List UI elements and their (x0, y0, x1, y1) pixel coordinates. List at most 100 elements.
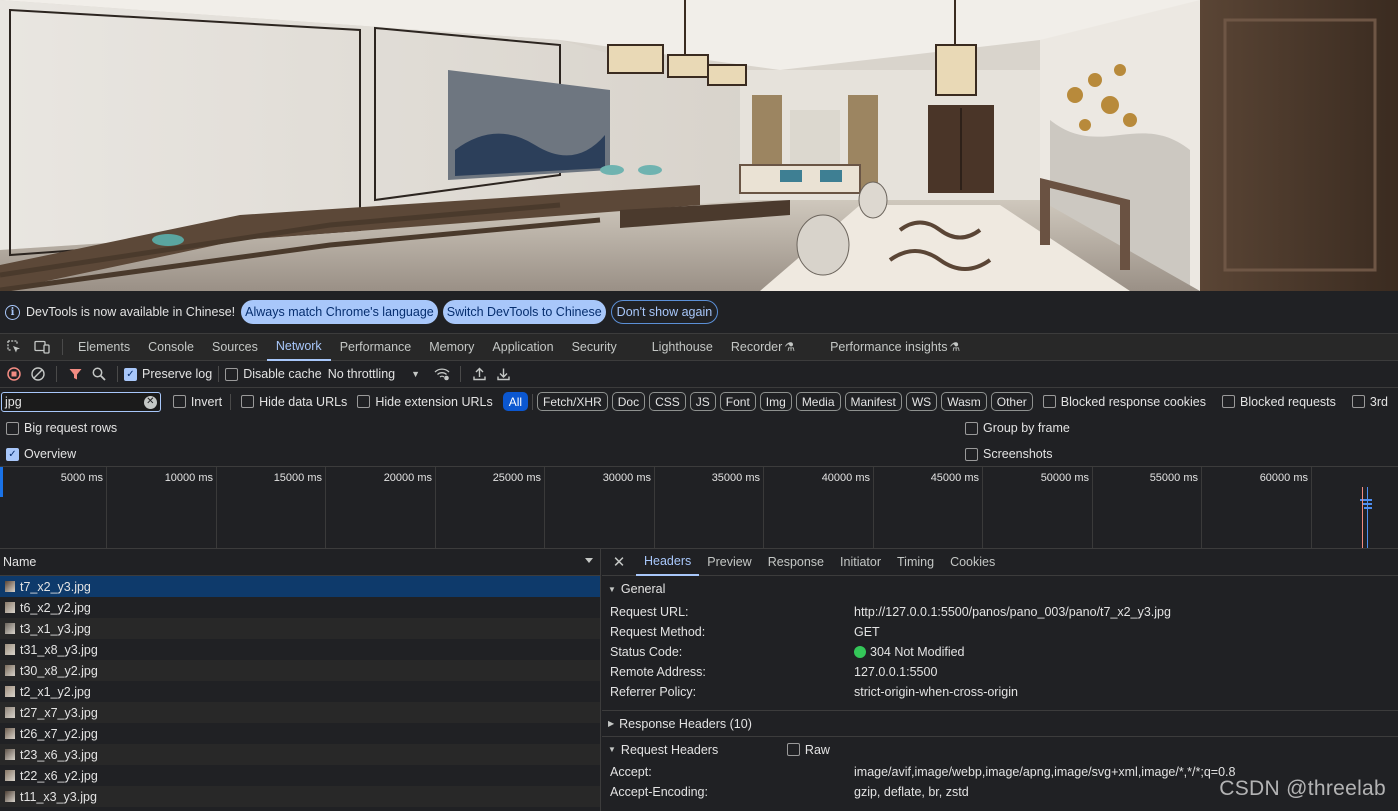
response-headers-section-header[interactable]: ▶ Response Headers (10) (602, 710, 1398, 736)
export-har-icon[interactable] (491, 362, 515, 386)
third-party-checkbox[interactable] (1351, 395, 1365, 408)
type-filter-font[interactable]: Font (719, 392, 756, 411)
tab-security[interactable]: Security (563, 334, 643, 361)
type-filter-all[interactable]: All (502, 392, 529, 411)
request-row[interactable]: t7_x2_y3.jpg (0, 576, 600, 597)
hide-extension-urls-checkbox[interactable] (357, 395, 371, 408)
request-row[interactable]: t22_x6_y2.jpg (0, 765, 600, 786)
request-row[interactable]: t3_x1_y3.jpg (0, 618, 600, 639)
network-overview-timeline[interactable]: 5000 ms 10000 ms 15000 ms 20000 ms 25000 ms 3… (0, 467, 1398, 549)
filter-icon[interactable] (63, 362, 87, 386)
hide-data-urls-toggle[interactable]: Hide data URLs (241, 395, 347, 409)
tab-performance[interactable]: Performance (331, 334, 421, 361)
switch-chinese-button[interactable]: Switch DevTools to Chinese (442, 300, 606, 324)
device-toolbar-icon[interactable] (28, 334, 56, 361)
timeline-tick-label: 30000 ms (602, 472, 651, 484)
tab-preview[interactable]: Preview (699, 549, 759, 576)
tab-elements[interactable]: Elements (69, 334, 139, 361)
filter-input[interactable]: jpg ✕ (1, 391, 161, 412)
request-row[interactable]: t2_x1_y2.jpg (0, 681, 600, 702)
close-detail-icon[interactable]: ✕ (602, 553, 636, 571)
blocked-cookies-toggle[interactable]: Blocked response cookies (1042, 395, 1206, 409)
request-headers-section-header[interactable]: ▼ Request Headers Raw (602, 736, 1398, 762)
third-party-label: 3rd (1369, 394, 1388, 409)
tab-initiator[interactable]: Initiator (832, 549, 889, 576)
screenshots-toggle[interactable]: Screenshots (965, 447, 1052, 461)
type-filter-manifest[interactable]: Manifest (844, 392, 902, 411)
tab-memory[interactable]: Memory (420, 334, 483, 361)
type-filter-fetch-xhr[interactable]: Fetch/XHR (537, 392, 608, 411)
general-section: Request URL: http://127.0.0.1:5500/panos… (602, 602, 1398, 710)
search-icon[interactable] (87, 362, 111, 386)
hide-extension-urls-toggle[interactable]: Hide extension URLs (357, 395, 493, 409)
toolbar-divider (56, 366, 57, 382)
tab-timing[interactable]: Timing (889, 549, 942, 576)
tab-application[interactable]: Application (483, 334, 562, 361)
type-filter-img[interactable]: Img (759, 392, 792, 411)
screenshots-checkbox[interactable] (965, 447, 978, 461)
request-row[interactable]: t27_x7_y3.jpg (0, 702, 600, 723)
sort-desc-icon (585, 558, 593, 563)
blocked-cookies-checkbox[interactable] (1042, 395, 1056, 408)
invert-toggle[interactable]: Invert (172, 395, 222, 409)
header-row: Referrer Policy: strict-origin-when-cros… (602, 682, 1398, 702)
import-har-icon[interactable] (467, 362, 491, 386)
raw-checkbox[interactable] (786, 743, 800, 756)
request-row[interactable]: t31_x8_y3.jpg (0, 639, 600, 660)
type-filter-wasm[interactable]: Wasm (941, 392, 987, 411)
type-filter-doc[interactable]: Doc (611, 392, 646, 411)
tab-cookies[interactable]: Cookies (942, 549, 1003, 576)
tab-console[interactable]: Console (139, 334, 203, 361)
disable-cache-checkbox[interactable] (225, 367, 239, 381)
request-row[interactable]: t30_x8_y2.jpg (0, 660, 600, 681)
request-row[interactable]: t6_x2_y2.jpg (0, 597, 600, 618)
tab-performance-insights[interactable]: Performance insights (821, 334, 949, 361)
panorama-viewport[interactable] (0, 0, 1398, 291)
name-column-header[interactable]: Name (0, 549, 600, 576)
disable-cache-toggle[interactable]: Disable cache (225, 367, 322, 381)
third-party-toggle[interactable]: 3rd (1351, 394, 1388, 409)
match-language-button[interactable]: Always match Chrome's language (241, 300, 438, 324)
blocked-requests-checkbox[interactable] (1222, 395, 1236, 408)
network-conditions-icon[interactable] (430, 362, 454, 386)
big-request-rows-checkbox[interactable] (6, 421, 19, 435)
general-section-header[interactable]: ▼ General (602, 576, 1398, 602)
group-by-frame-toggle[interactable]: Group by frame (965, 421, 1070, 435)
throttling-select[interactable]: No throttling ▼ (328, 367, 420, 381)
clear-filter-icon[interactable]: ✕ (143, 395, 157, 409)
tab-lighthouse[interactable]: Lighthouse (643, 334, 722, 361)
invert-checkbox[interactable] (172, 395, 186, 408)
request-name: t27_x7_y3.jpg (20, 705, 98, 720)
blocked-requests-toggle[interactable]: Blocked requests (1222, 395, 1336, 409)
inspect-element-icon[interactable] (0, 334, 28, 361)
tab-recorder[interactable]: Recorder (722, 334, 784, 361)
preserve-log-checkbox[interactable]: ✓ (124, 367, 137, 381)
request-row[interactable]: t26_x7_y2.jpg (0, 723, 600, 744)
type-filter-other[interactable]: Other (990, 392, 1033, 411)
tab-network[interactable]: Network (266, 334, 331, 361)
type-filter-media[interactable]: Media (795, 392, 841, 411)
group-by-frame-checkbox[interactable] (965, 421, 978, 435)
record-stop-icon[interactable] (2, 362, 26, 386)
dont-show-again-button[interactable]: Don't show again (610, 300, 719, 324)
detail-tabs: ✕ Headers Preview Response Initiator Tim… (602, 549, 1398, 576)
overview-checkbox[interactable]: ✓ (6, 447, 19, 461)
request-row[interactable]: t11_x3_y3.jpg (0, 786, 600, 807)
clear-icon[interactable] (26, 362, 50, 386)
preserve-log-toggle[interactable]: ✓ Preserve log (124, 367, 212, 381)
big-request-rows-toggle[interactable]: Big request rows (6, 421, 117, 435)
timeline-gridline (982, 467, 983, 548)
overview-toggle[interactable]: ✓ Overview (6, 447, 76, 461)
request-name: t3_x1_y3.jpg (20, 621, 91, 636)
request-name: t31_x8_y3.jpg (20, 642, 98, 657)
request-name: t2_x1_y2.jpg (20, 684, 91, 699)
type-filter-css[interactable]: CSS (649, 392, 686, 411)
tab-headers[interactable]: Headers (636, 549, 700, 576)
request-row[interactable]: t23_x6_y3.jpg (0, 744, 600, 765)
hide-data-urls-checkbox[interactable] (241, 395, 255, 408)
tab-response[interactable]: Response (760, 549, 832, 576)
type-filter-ws[interactable]: WS (905, 392, 938, 411)
type-filter-js[interactable]: JS (689, 392, 716, 411)
tab-sources[interactable]: Sources (203, 334, 267, 361)
options-row: Big request rows Group by frame (0, 415, 1398, 441)
